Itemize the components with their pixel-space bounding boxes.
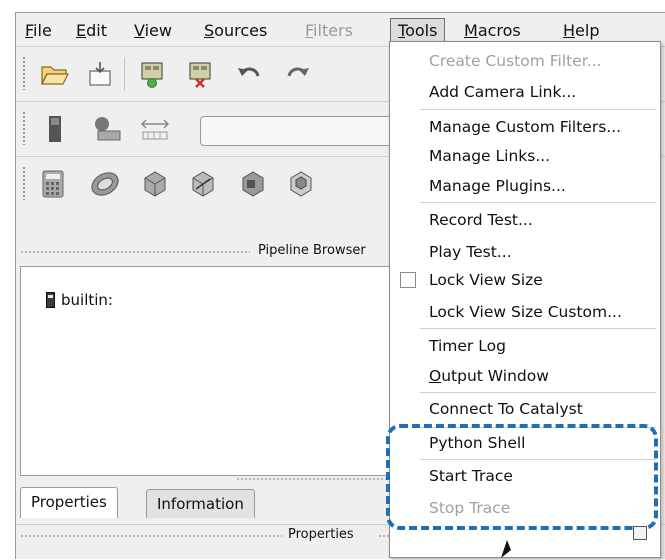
save-state-icon[interactable] [82,55,120,93]
menu-edit[interactable]: Edit [69,19,114,43]
threshold-icon[interactable] [234,165,272,203]
adjust-range-icon[interactable] [136,110,174,148]
menu-item-lock-view-size-custom[interactable]: Lock View Size Custom... [429,300,622,324]
lock-view-size-checkbox[interactable] [400,272,416,288]
undo-icon[interactable] [231,55,269,93]
menu-item-play-test[interactable]: Play Test... [429,240,512,264]
menu-item-connect-to-catalyst[interactable]: Connect To Catalyst [429,397,583,421]
menu-item-manage-plugins[interactable]: Manage Plugins... [429,174,566,198]
menu-help[interactable]: Help [556,19,606,43]
pipeline-browser-title: Pipeline Browser [258,243,366,258]
mouse-cursor-icon [501,540,511,558]
menu-item-manage-custom-filters[interactable]: Manage Custom Filters... [429,115,621,139]
extract-subset-icon[interactable] [282,165,320,203]
menu-file[interactable]: File [18,19,59,43]
slice-icon[interactable] [184,165,222,203]
clip-icon[interactable] [136,165,174,203]
menu-item-output-window[interactable]: Output Window [429,364,549,388]
menu-view[interactable]: View [127,19,179,43]
toolbar-grip[interactable] [22,111,26,145]
pipeline-item-label: builtin: [61,291,113,309]
properties-title: Properties [288,527,354,542]
connect-server-icon[interactable] [133,55,171,93]
menu-item-lock-view-size[interactable]: Lock View Size [429,268,543,292]
menu-filters[interactable]: Filters [298,19,360,43]
float-dock-icon[interactable] [633,526,647,540]
menu-item-timer-log[interactable]: Timer Log [429,334,506,358]
menu-item-record-test[interactable]: Record Test... [429,208,533,232]
toolbar-grip[interactable] [22,166,26,200]
pipeline-item-builtin[interactable]: builtin: [46,291,113,309]
toolbar-separator [124,57,125,91]
contour-icon[interactable] [86,165,124,203]
menu-separator [420,328,656,329]
disconnect-server-icon[interactable] [181,55,219,93]
menu-item-add-camera-link[interactable]: Add Camera Link... [429,80,576,104]
dock-grip[interactable] [20,250,250,254]
menu-macros[interactable]: Macros [457,19,528,43]
pipeline-browser[interactable]: builtin: [20,266,398,476]
menu-item-create-custom-filter[interactable]: Create Custom Filter... [429,49,601,73]
menu-sources[interactable]: Sources [197,19,274,43]
color-bar-icon[interactable] [36,110,74,148]
representation-combo[interactable] [200,116,402,146]
menu-separator [420,202,656,203]
dock-grip[interactable] [20,534,282,538]
tab-information[interactable]: Information [146,489,255,518]
menu-separator [420,392,656,393]
redo-icon[interactable] [278,55,316,93]
server-icon [46,292,55,308]
menu-separator [420,109,656,110]
highlight-annotation [386,424,658,530]
toolbar-grip[interactable] [22,56,26,90]
camera-icon[interactable] [88,110,126,148]
calculator-icon[interactable] [34,165,72,203]
open-folder-icon[interactable] [36,55,74,93]
menu-item-manage-links[interactable]: Manage Links... [429,144,550,168]
tab-properties[interactable]: Properties [20,487,118,518]
